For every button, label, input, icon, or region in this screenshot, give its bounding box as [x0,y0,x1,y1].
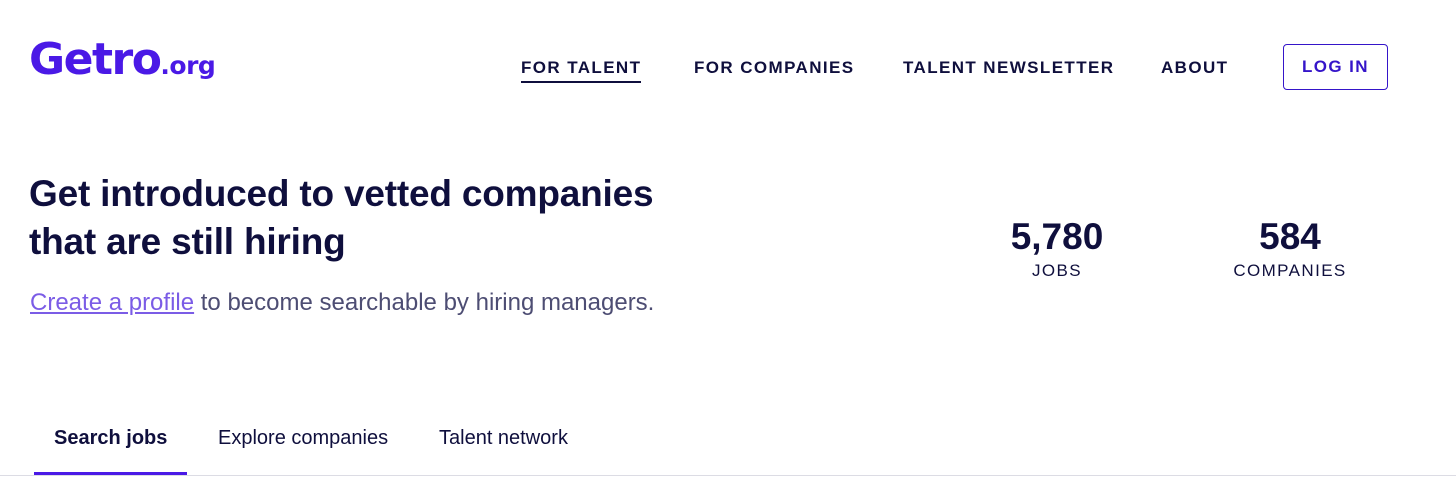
login-button[interactable]: LOG IN [1283,44,1388,90]
hero-title-line-1: Get introduced to vetted companies [29,173,654,214]
hero-title: Get introduced to vetted companies that … [29,170,749,266]
stat-jobs-label: JOBS [1031,261,1082,280]
tab-explore-companies[interactable]: Explore companies [198,422,408,475]
tabs-divider [0,475,1456,476]
hero-subtitle: Create a profile to become searchable by… [30,288,654,318]
stat-companies: 584 COMPANIES [1190,216,1390,282]
nav-for-companies[interactable]: FOR COMPANIES [694,58,855,78]
stat-companies-value: 584 [1259,216,1321,257]
nav-about[interactable]: ABOUT [1161,58,1228,78]
logo-tld: .org [160,51,216,80]
logo-wordmark: Getro [29,34,162,85]
page: Getro.org FOR TALENT FOR COMPANIES TALEN… [0,0,1456,478]
tab-talent-network[interactable]: Talent network [419,422,588,475]
hero-subtitle-text: to become searchable by hiring managers. [194,289,655,316]
getro-logo[interactable]: Getro.org [29,38,216,82]
stat-jobs-value: 5,780 [1010,216,1104,257]
create-profile-link[interactable]: Create a profile [30,289,194,316]
stat-jobs: 5,780 JOBS [957,216,1157,282]
nav-for-talent[interactable]: FOR TALENT [521,58,642,83]
hero-title-line-2: that are still hiring [29,221,346,262]
stat-companies-label: COMPANIES [1233,261,1347,280]
nav-talent-newsletter[interactable]: TALENT NEWSLETTER [903,58,1114,78]
tab-search-jobs[interactable]: Search jobs [34,422,188,475]
